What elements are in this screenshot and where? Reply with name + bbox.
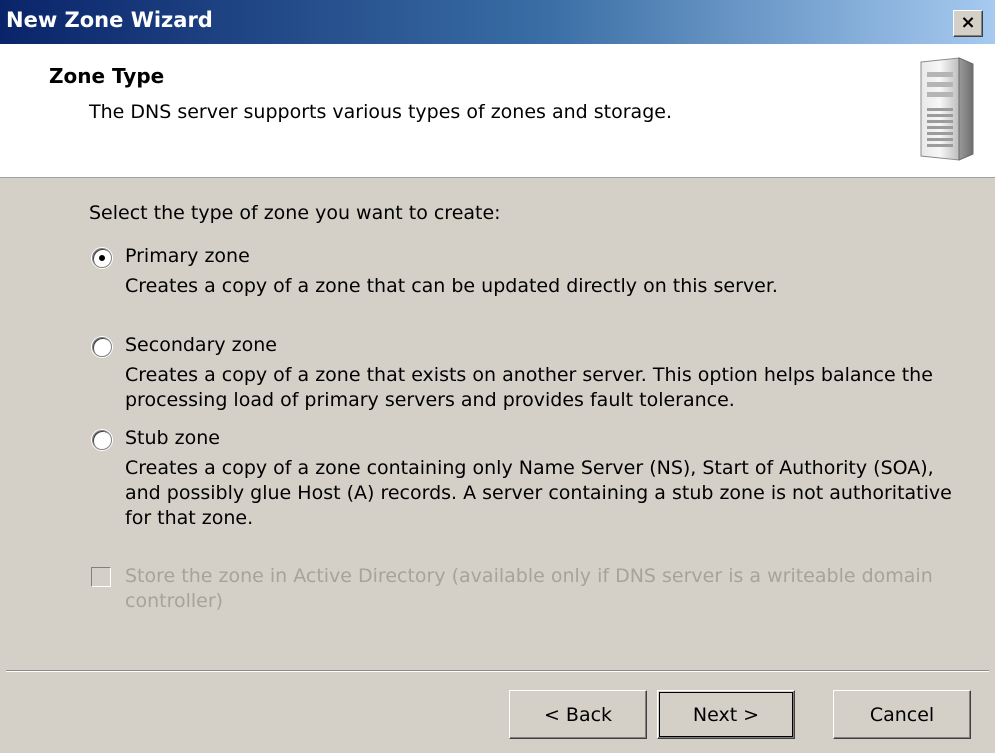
primary-zone-description: Creates a copy of a zone that can be upd… bbox=[125, 275, 778, 297]
zone-type-prompt: Select the type of zone you want to crea… bbox=[89, 202, 501, 224]
back-button[interactable]: < Back bbox=[509, 690, 647, 739]
page-title: Zone Type bbox=[49, 64, 165, 88]
store-in-active-directory-label: Store the zone in Active Directory (avai… bbox=[125, 565, 933, 612]
footer-divider bbox=[6, 670, 989, 672]
stub-zone-description: Creates a copy of a zone containing only… bbox=[125, 457, 952, 529]
store-in-active-directory-checkbox bbox=[91, 567, 111, 587]
cancel-button[interactable]: Cancel bbox=[833, 690, 971, 739]
stub-zone-label[interactable]: Stub zone bbox=[125, 427, 220, 449]
secondary-zone-label[interactable]: Secondary zone bbox=[125, 334, 277, 356]
title-bar[interactable]: New Zone Wizard × bbox=[0, 0, 995, 44]
primary-zone-radio[interactable] bbox=[92, 248, 112, 268]
secondary-zone-radio[interactable] bbox=[92, 337, 112, 357]
primary-zone-label[interactable]: Primary zone bbox=[125, 245, 250, 267]
wizard-header: Zone Type The DNS server supports variou… bbox=[0, 44, 995, 178]
wizard-content: Select the type of zone you want to crea… bbox=[0, 179, 995, 655]
server-icon bbox=[920, 57, 974, 161]
new-zone-wizard-dialog: New Zone Wizard × Zone Type The DNS serv… bbox=[0, 0, 995, 753]
close-icon: × bbox=[960, 12, 976, 33]
secondary-zone-description: Creates a copy of a zone that exists on … bbox=[125, 364, 933, 411]
stub-zone-radio[interactable] bbox=[92, 430, 112, 450]
page-subtitle: The DNS server supports various types of… bbox=[89, 101, 672, 123]
close-button[interactable]: × bbox=[953, 10, 983, 37]
window-title: New Zone Wizard bbox=[6, 8, 213, 32]
next-button[interactable]: Next > bbox=[657, 690, 795, 739]
